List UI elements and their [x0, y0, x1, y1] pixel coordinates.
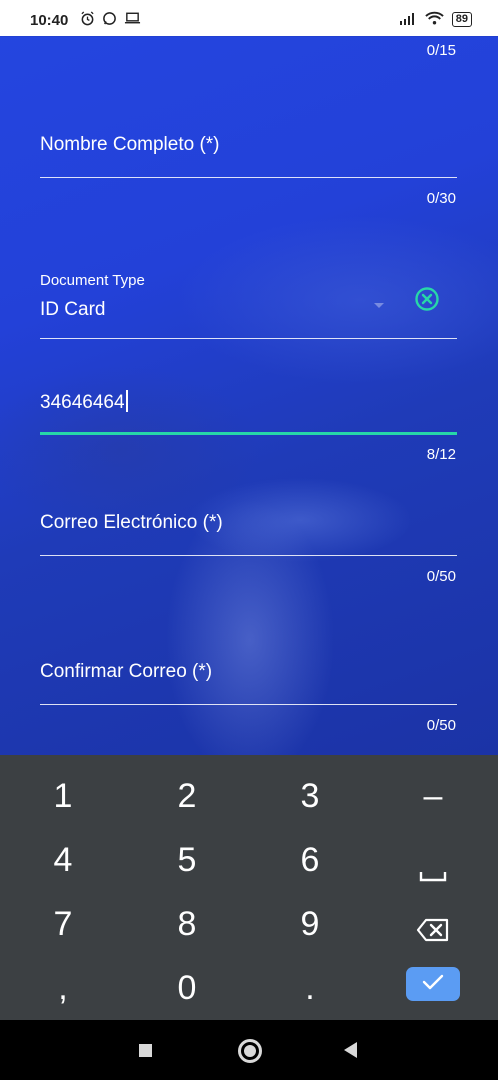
document-type-underline [40, 338, 457, 339]
alarm-icon [80, 11, 95, 29]
document-type-label: Document Type [40, 272, 145, 289]
usuario-counter: 0/15 [426, 42, 456, 59]
background-image [0, 0, 498, 755]
backspace-icon[interactable] [403, 912, 463, 951]
done-key[interactable] [406, 967, 460, 1001]
usuario-label: Usuario (*) [40, 0, 126, 9]
nombre-completo-underline [40, 177, 457, 178]
key-1[interactable]: 1 [33, 777, 93, 816]
status-right-icons: 89 [399, 11, 472, 28]
battery-indicator: 89 [451, 12, 472, 27]
key-2[interactable]: 2 [157, 777, 217, 816]
home-icon[interactable] [238, 1039, 262, 1063]
confirmar-correo-underline [40, 704, 457, 705]
key-comma[interactable]: , [33, 969, 93, 1008]
whatsapp-icon [102, 11, 117, 29]
key-minus[interactable]: – [403, 777, 463, 816]
back-icon[interactable] [344, 1042, 357, 1058]
space-icon[interactable] [403, 853, 463, 892]
clear-icon[interactable] [414, 286, 440, 312]
laptop-icon [124, 11, 141, 29]
key-8[interactable]: 8 [157, 905, 217, 944]
document-number-counter: 8/12 [426, 446, 456, 463]
correo-underline [40, 555, 457, 556]
signal-icon [399, 12, 417, 28]
wifi-icon [425, 11, 444, 28]
key-period[interactable]: . [280, 969, 340, 1008]
numeric-keyboard: 1 2 3 – 4 5 6 7 8 9 , 0 . [0, 755, 498, 1020]
nombre-completo-counter: 0/30 [426, 190, 456, 207]
key-5[interactable]: 5 [157, 841, 217, 880]
status-left-icons [80, 11, 141, 29]
confirmar-correo-field[interactable]: Confirmar Correo (*) [40, 661, 212, 683]
nombre-completo-field[interactable]: Nombre Completo (*) [40, 134, 220, 156]
document-type-select[interactable]: ID Card [40, 299, 105, 321]
key-0[interactable]: 0 [157, 969, 217, 1008]
correo-counter: 0/50 [426, 568, 456, 585]
recent-apps-icon[interactable] [139, 1044, 152, 1057]
text-cursor [125, 390, 128, 412]
document-number-input[interactable]: 34646464 [40, 390, 128, 414]
document-number-value: 34646464 [40, 392, 125, 413]
key-7[interactable]: 7 [33, 905, 93, 944]
document-number-focus-underline [40, 432, 457, 435]
status-time: 10:40 [30, 12, 69, 29]
navigation-bar [0, 1020, 498, 1080]
key-6[interactable]: 6 [280, 841, 340, 880]
correo-field[interactable]: Correo Electrónico (*) [40, 512, 223, 534]
key-9[interactable]: 9 [280, 905, 340, 944]
check-icon [422, 974, 444, 995]
key-3[interactable]: 3 [280, 777, 340, 816]
key-4[interactable]: 4 [33, 841, 93, 880]
chevron-down-icon[interactable] [374, 303, 384, 308]
confirmar-correo-counter: 0/50 [426, 717, 456, 734]
